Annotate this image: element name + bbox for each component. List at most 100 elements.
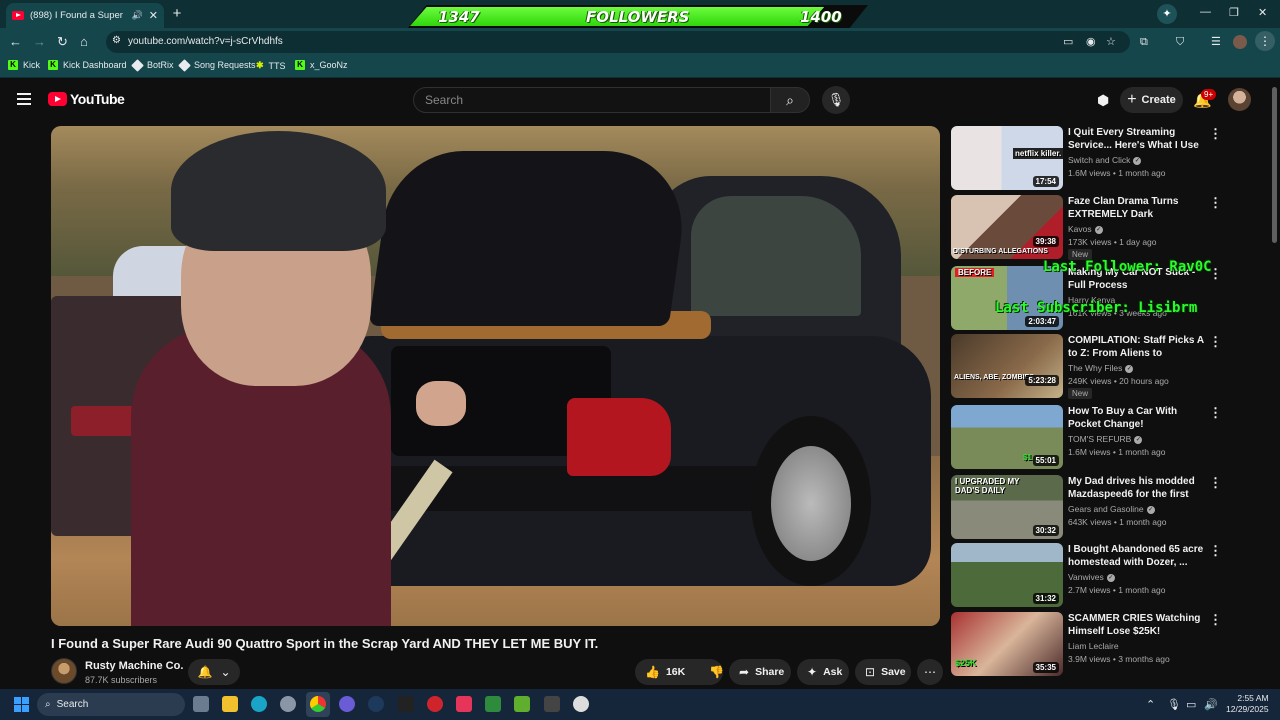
bookmark-song-requests[interactable]: Song Requests [178,58,256,72]
music-app-icon[interactable] [456,696,472,712]
recommendation-title[interactable]: How To Buy a Car With Pocket Change! (Ma… [1068,405,1204,432]
video-thumbnail[interactable]: DISTURBING ALLEGATIONS 39:38 [951,195,1063,259]
bookmark-botrix[interactable]: BotRix [131,58,174,72]
voice-search-button[interactable]: 🎙 [822,86,850,114]
recommendation-item[interactable]: $25K 35:35 SCAMMER CRIES Watching Himsel… [951,612,1222,676]
settings-app-icon[interactable] [280,696,296,712]
recorder-icon[interactable] [427,696,443,712]
youtube-logo[interactable]: YouTube [48,91,125,107]
search-input[interactable] [414,88,770,112]
bookmark-kick[interactable]: K Kick [8,60,40,70]
edge-icon[interactable] [251,696,267,712]
taskbar-clock[interactable]: 2:55 AM 12/29/2025 [1226,693,1269,715]
tab-audio-icon[interactable]: 🔊 [132,10,143,21]
volume-icon[interactable]: 🔊 [1204,698,1218,711]
vpn-icon[interactable]: ⛉ [1176,34,1184,50]
recommendation-title[interactable]: I Quit Every Streaming Service... Here's… [1068,126,1204,153]
more-vert-icon[interactable]: ⋮ [1209,195,1222,211]
microphone-tray-icon[interactable]: 🎙 [1167,698,1181,711]
new-tab-button[interactable]: + [168,5,186,23]
gemini-sparkle-icon[interactable]: ✦ [1157,4,1177,24]
recommendation-item[interactable]: netflix killer. 17:54 I Quit Every Strea… [951,126,1222,190]
recommendation-title[interactable]: My Dad drives his modded Mazdaspeed6 for… [1068,475,1204,502]
recommendation-item[interactable]: $1 55:01 How To Buy a Car With Pocket Ch… [951,405,1222,469]
recommendation-title[interactable]: SCAMMER CRIES Watching Himself Lose $25K… [1068,612,1204,638]
reload-icon[interactable]: ↻ [57,34,68,50]
bookmark-kick-dashboard[interactable]: K Kick Dashboard [48,60,127,70]
back-icon[interactable]: ← [9,34,22,50]
steam-icon[interactable] [368,696,384,712]
more-vert-icon[interactable]: ⋮ [1209,612,1222,628]
thumbs-down-icon[interactable]: 👎 [709,665,724,679]
browser-profile-avatar[interactable] [1233,35,1247,49]
ask-button[interactable]: ✦ Ask [797,659,849,685]
search-button[interactable]: ⌕ [770,87,810,113]
maximize-icon[interactable]: ❐ [1229,6,1239,19]
more-actions-button[interactable]: ⋯ [917,659,943,685]
bookmark-star-icon[interactable]: ☆ [1106,35,1116,48]
bookmark-tts[interactable]: ✱ TTS [256,60,286,71]
channel-name[interactable]: Rusty Machine Co. [85,660,183,672]
file-explorer-icon[interactable] [222,696,238,712]
eye-off-icon[interactable]: ◉ [1086,35,1096,48]
more-vert-icon[interactable]: ⋮ [1209,475,1222,491]
extensions-icon[interactable]: ⧉ [1140,34,1148,50]
video-thumbnail[interactable]: ALIENS, ABE, ZOMBIES 5:23:28 [951,334,1063,398]
guide-menu-icon[interactable] [17,93,31,108]
task-view-icon[interactable] [193,696,209,712]
forward-icon[interactable]: → [33,34,46,50]
cast-icon[interactable]: ▭ [1063,35,1073,48]
address-bar[interactable]: ⚙ youtube.com/watch?v=j-sCrVhdhfs ▭ ◉ ☆ [106,31,1130,53]
tab-close-icon[interactable]: ✕ [149,9,158,22]
subscription-bell-button[interactable]: 🔔 ⌄ [188,659,240,685]
like-count[interactable]: 16K [666,666,685,678]
home-icon[interactable]: ⌂ [80,34,88,50]
reading-list-icon[interactable]: ☰ [1211,34,1221,50]
terminal-icon[interactable] [544,696,560,712]
save-button[interactable]: ⊡ Save [855,659,911,685]
recommendation-item[interactable]: ALIENS, ABE, ZOMBIES 5:23:28 COMPILATION… [951,334,1222,399]
recommendation-item[interactable]: BEFORE 2:03:47 Making My Car NOT Suck - … [951,266,1222,330]
epic-games-icon[interactable] [398,696,414,712]
recommendation-item[interactable]: 31:32 I Bought Abandoned 65 acre homeste… [951,543,1222,607]
recommendation-title[interactable]: I Bought Abandoned 65 acre homestead wit… [1068,543,1204,569]
channel-avatar[interactable] [51,658,77,684]
browser-tab[interactable]: (898) I Found a Super Rare Audi 90 Quatt… [6,3,164,28]
video-thumbnail[interactable]: BEFORE 2:03:47 [951,266,1063,330]
nvidia-icon[interactable] [514,696,530,712]
create-button[interactable]: + Create [1120,87,1183,113]
search-box[interactable] [413,87,771,113]
video-thumbnail[interactable]: I UPGRADED MY DAD'S DAILY 30:32 [951,475,1063,539]
thumbs-up-icon[interactable]: 👍 [645,665,660,679]
taskbar-search[interactable]: ⌕ Search [37,693,185,716]
discord-icon[interactable] [339,696,355,712]
tray-chevron-icon[interactable]: ⌃ [1146,698,1155,711]
recommendation-title[interactable]: COMPILATION: Staff Picks A to Z: From Al… [1068,334,1204,361]
site-info-icon[interactable]: ⚙ [112,35,121,46]
recommendation-item[interactable]: I UPGRADED MY DAD'S DAILY 30:32 My Dad d… [951,475,1222,539]
browser-menu-icon[interactable]: ⋮ [1255,31,1275,51]
video-player[interactable] [51,126,940,626]
bookmark-goonz[interactable]: Kx_GooNz [295,60,348,70]
url-text[interactable]: youtube.com/watch?v=j-sCrVhdhfs [128,36,283,47]
studio-icon[interactable]: ⬢ [1097,92,1109,109]
video-thumbnail[interactable]: $25K 35:35 [951,612,1063,676]
recommendation-title[interactable]: Faze Clan Drama Turns EXTREMELY Dark [1068,195,1204,221]
more-vert-icon[interactable]: ⋮ [1209,126,1222,142]
close-window-icon[interactable]: ✕ [1258,6,1267,19]
video-thumbnail[interactable]: 31:32 [951,543,1063,607]
spreadsheet-icon[interactable] [485,696,501,712]
account-avatar[interactable] [1228,88,1251,111]
obs-icon[interactable] [573,696,589,712]
recommendation-item[interactable]: DISTURBING ALLEGATIONS 39:38 Faze Clan D… [951,195,1222,260]
more-vert-icon[interactable]: ⋮ [1209,334,1222,350]
video-thumbnail[interactable]: $1 55:01 [951,405,1063,469]
minimize-icon[interactable]: — [1200,6,1211,18]
more-vert-icon[interactable]: ⋮ [1209,405,1222,421]
windows-start-icon[interactable] [14,697,29,712]
page-scrollbar[interactable] [1272,87,1277,243]
chrome-icon[interactable] [310,696,326,712]
video-thumbnail[interactable]: netflix killer. 17:54 [951,126,1063,190]
network-icon[interactable]: ▭ [1186,698,1196,711]
more-vert-icon[interactable]: ⋮ [1209,543,1222,559]
